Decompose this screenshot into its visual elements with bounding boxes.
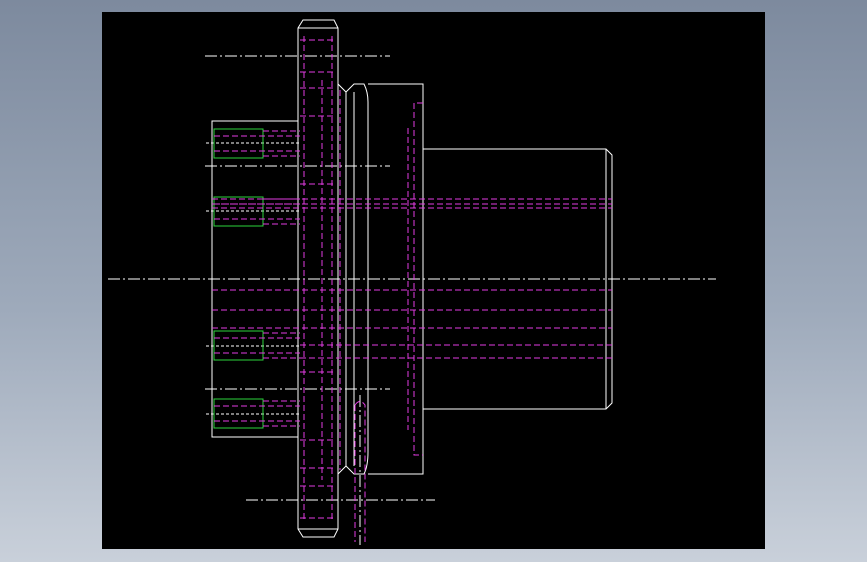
hidden-lines xyxy=(212,36,612,542)
cad-drawing xyxy=(108,19,716,545)
center-lines xyxy=(108,55,716,545)
